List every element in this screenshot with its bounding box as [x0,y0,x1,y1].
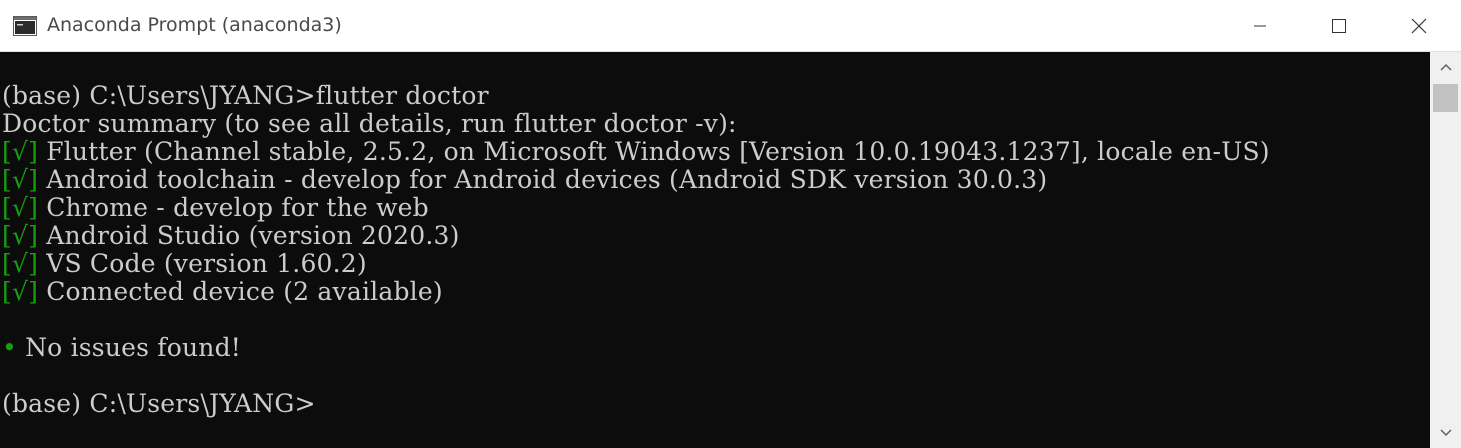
chevron-up-icon [1439,63,1452,71]
prompt-line[interactable]: (base) C:\Users\JYANG> [2,390,316,418]
line-text: VS Code (version 1.60.2) [38,249,367,278]
maximize-button[interactable] [1299,0,1379,52]
console-line: [√] Flutter (Channel stable, 2.5.2, on M… [2,138,1270,166]
console-line: [√] Android Studio (version 2020.3) [2,222,460,250]
line-text: Android Studio (version 2020.3) [38,221,460,250]
check-marker: [√] [2,193,39,222]
title-bar[interactable]: Anaconda Prompt (anaconda3) [0,0,1461,52]
maximize-icon [1332,19,1346,33]
scroll-thumb[interactable] [1433,84,1458,112]
console-line: [√] Connected device (2 available) [2,278,443,306]
check-marker: [√] [2,221,39,250]
minimize-icon [1254,25,1266,27]
window-title: Anaconda Prompt (anaconda3) [47,14,342,36]
minimize-button[interactable] [1220,0,1300,52]
console-line: [√] VS Code (version 1.60.2) [2,250,367,278]
line-text: Doctor summary (to see all details, run … [2,109,737,138]
bullet-marker: • [2,333,17,362]
console-icon [13,16,37,36]
close-button[interactable] [1379,0,1459,52]
check-marker: [√] [2,137,39,166]
console-line: • No issues found! [2,334,241,362]
line-text: No issues found! [16,333,242,362]
line-text: Chrome - develop for the web [38,193,429,222]
scroll-up-button[interactable] [1430,52,1461,82]
check-marker: [√] [2,249,39,278]
line-text: (base) C:\Users\JYANG>flutter doctor [2,81,489,110]
console-line: Doctor summary (to see all details, run … [2,110,737,138]
line-text: Connected device (2 available) [38,277,443,306]
vertical-scrollbar[interactable] [1430,52,1461,448]
close-icon [1411,18,1427,34]
anaconda-prompt-window: Anaconda Prompt (anaconda3) (base) C:\Us… [0,0,1461,448]
scroll-down-button[interactable] [1430,418,1461,448]
console-line: [√] Android toolchain - develop for Andr… [2,166,1047,194]
check-marker: [√] [2,277,39,306]
console-line: (base) C:\Users\JYANG>flutter doctor [2,82,489,110]
chevron-down-icon [1439,429,1452,437]
line-text: Flutter (Channel stable, 2.5.2, on Micro… [38,137,1270,166]
prompt-text: (base) C:\Users\JYANG> [2,389,316,418]
line-text: Android toolchain - develop for Android … [38,165,1048,194]
check-marker: [√] [2,165,39,194]
console-line: [√] Chrome - develop for the web [2,194,429,222]
console-output[interactable]: (base) C:\Users\JYANG>flutter doctor Doc… [0,52,1430,448]
